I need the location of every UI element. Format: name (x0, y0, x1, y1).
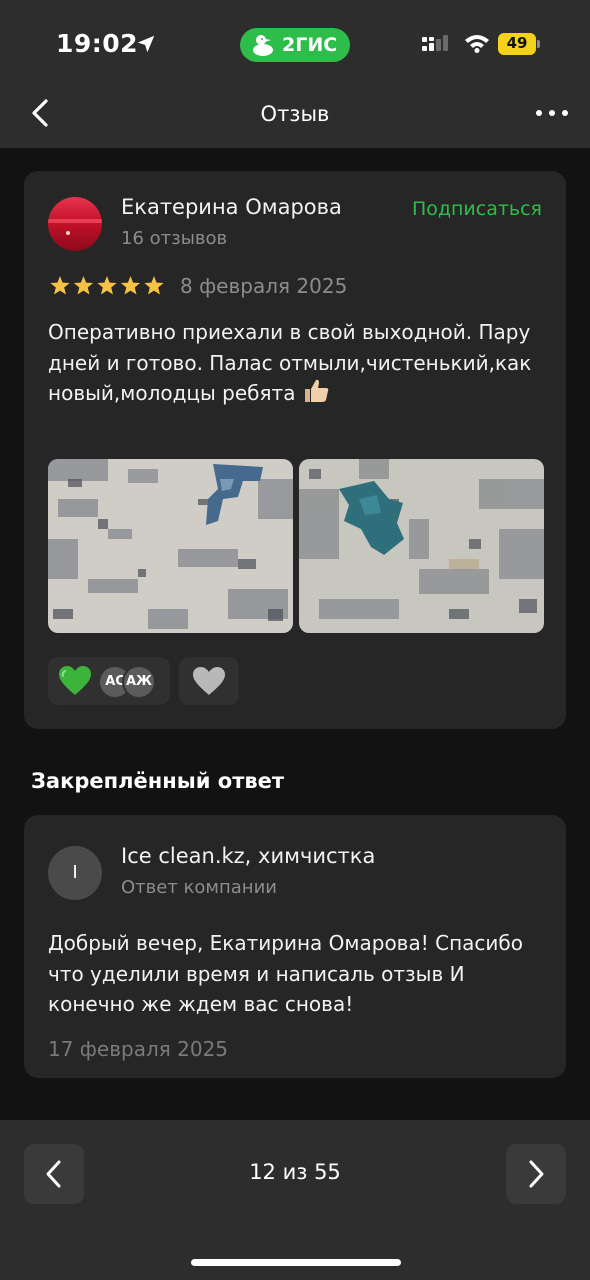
home-indicator[interactable] (191, 1259, 401, 1266)
review-date: 8 февраля 2025 (180, 274, 348, 298)
top-bar: 19:02 2ГИС 49 Отзыв (0, 0, 590, 148)
thumbs-up-icon (304, 379, 329, 402)
review-text: Оперативно приехали в свой выходной. Пар… (48, 320, 532, 405)
subscribe-button[interactable]: Подписаться (412, 198, 542, 220)
like-button[interactable] (179, 657, 239, 705)
battery-icon: 49 (498, 33, 540, 55)
pagination-counter: 12 из 55 (249, 1160, 341, 1184)
star-icon (144, 276, 164, 295)
wifi-icon (465, 35, 489, 53)
pagination-bar: 12 из 55 (0, 1120, 590, 1280)
app-badge[interactable]: 2ГИС (240, 28, 350, 62)
company-answer-card: I Ice clean.kz, химчистка Ответ компании… (24, 815, 566, 1078)
company-answer-text: Добрый вечер, Екатирина Омарова! Спасибо… (48, 931, 523, 1016)
reactions-summary[interactable]: АС АЖ (48, 657, 170, 705)
rating-stars (50, 276, 164, 295)
page-title: Отзыв (260, 102, 330, 126)
company-avatar[interactable]: I (48, 846, 102, 900)
review-card: Екатерина Омарова 16 отзывов Подписаться… (24, 171, 566, 729)
author-reviews-count: 16 отзывов (121, 228, 228, 249)
author-name[interactable]: Екатерина Омарова (121, 195, 342, 219)
status-time: 19:02 (56, 29, 139, 58)
duck-logo-icon (253, 35, 273, 56)
star-icon (73, 276, 94, 295)
battery-level: 49 (506, 34, 528, 52)
chevron-right-icon (529, 1160, 544, 1188)
green-heart-icon (59, 666, 91, 695)
reactor-avatar: АЖ (122, 665, 156, 699)
heart-icon (193, 667, 225, 695)
company-answer-label: Ответ компании (121, 877, 277, 898)
star-icon (120, 276, 141, 295)
author-avatar[interactable] (48, 197, 102, 251)
star-icon (97, 276, 117, 295)
star-icon (50, 276, 70, 295)
status-bar: 19:02 2ГИС 49 (0, 0, 590, 88)
cellular-signal-icon (422, 35, 448, 51)
location-arrow-icon (137, 35, 155, 53)
review-photo[interactable] (48, 459, 293, 633)
next-review-button[interactable] (506, 1144, 566, 1204)
app-badge-label: 2ГИС (282, 34, 338, 56)
more-options-icon[interactable] (534, 106, 570, 120)
review-photo[interactable] (299, 459, 544, 633)
company-name[interactable]: Ice clean.kz, химчистка (121, 844, 375, 868)
pinned-answer-heading: Закреплённый ответ (31, 769, 285, 793)
company-answer-date: 17 февраля 2025 (48, 1037, 229, 1061)
